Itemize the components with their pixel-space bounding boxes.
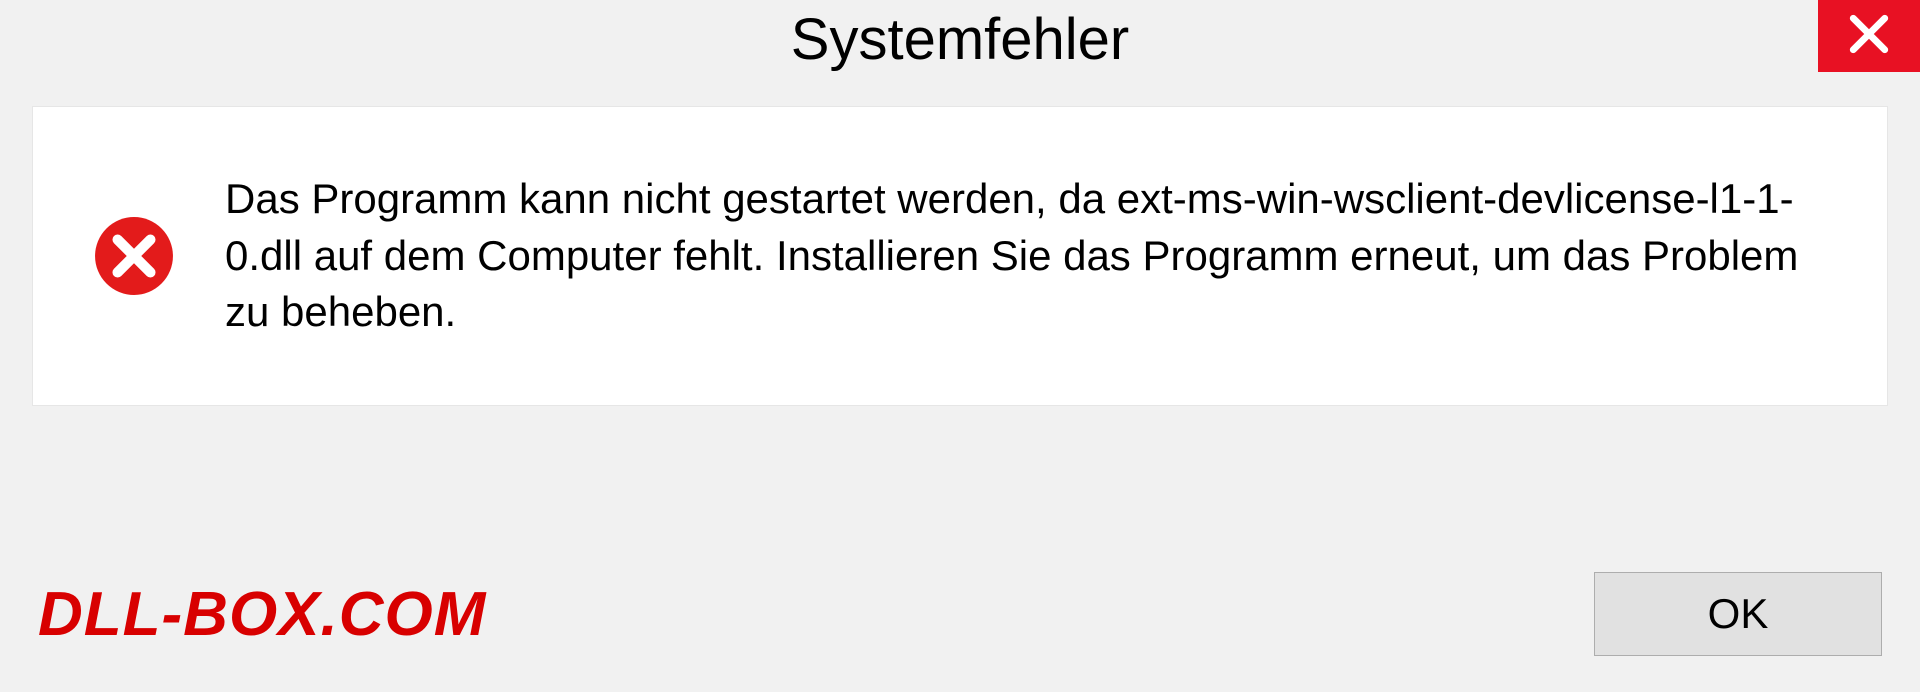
dialog-content: Das Programm kann nicht gestartet werden… [32,106,1888,406]
error-icon [93,215,175,297]
watermark-text: DLL-BOX.COM [38,579,486,650]
titlebar: Systemfehler [0,0,1920,78]
dialog-title: Systemfehler [791,6,1129,73]
ok-button[interactable]: OK [1594,572,1882,656]
close-icon [1848,13,1890,60]
close-button[interactable] [1818,0,1920,72]
error-message: Das Programm kann nicht gestartet werden… [225,171,1827,341]
dialog-footer: DLL-BOX.COM OK [0,572,1920,656]
